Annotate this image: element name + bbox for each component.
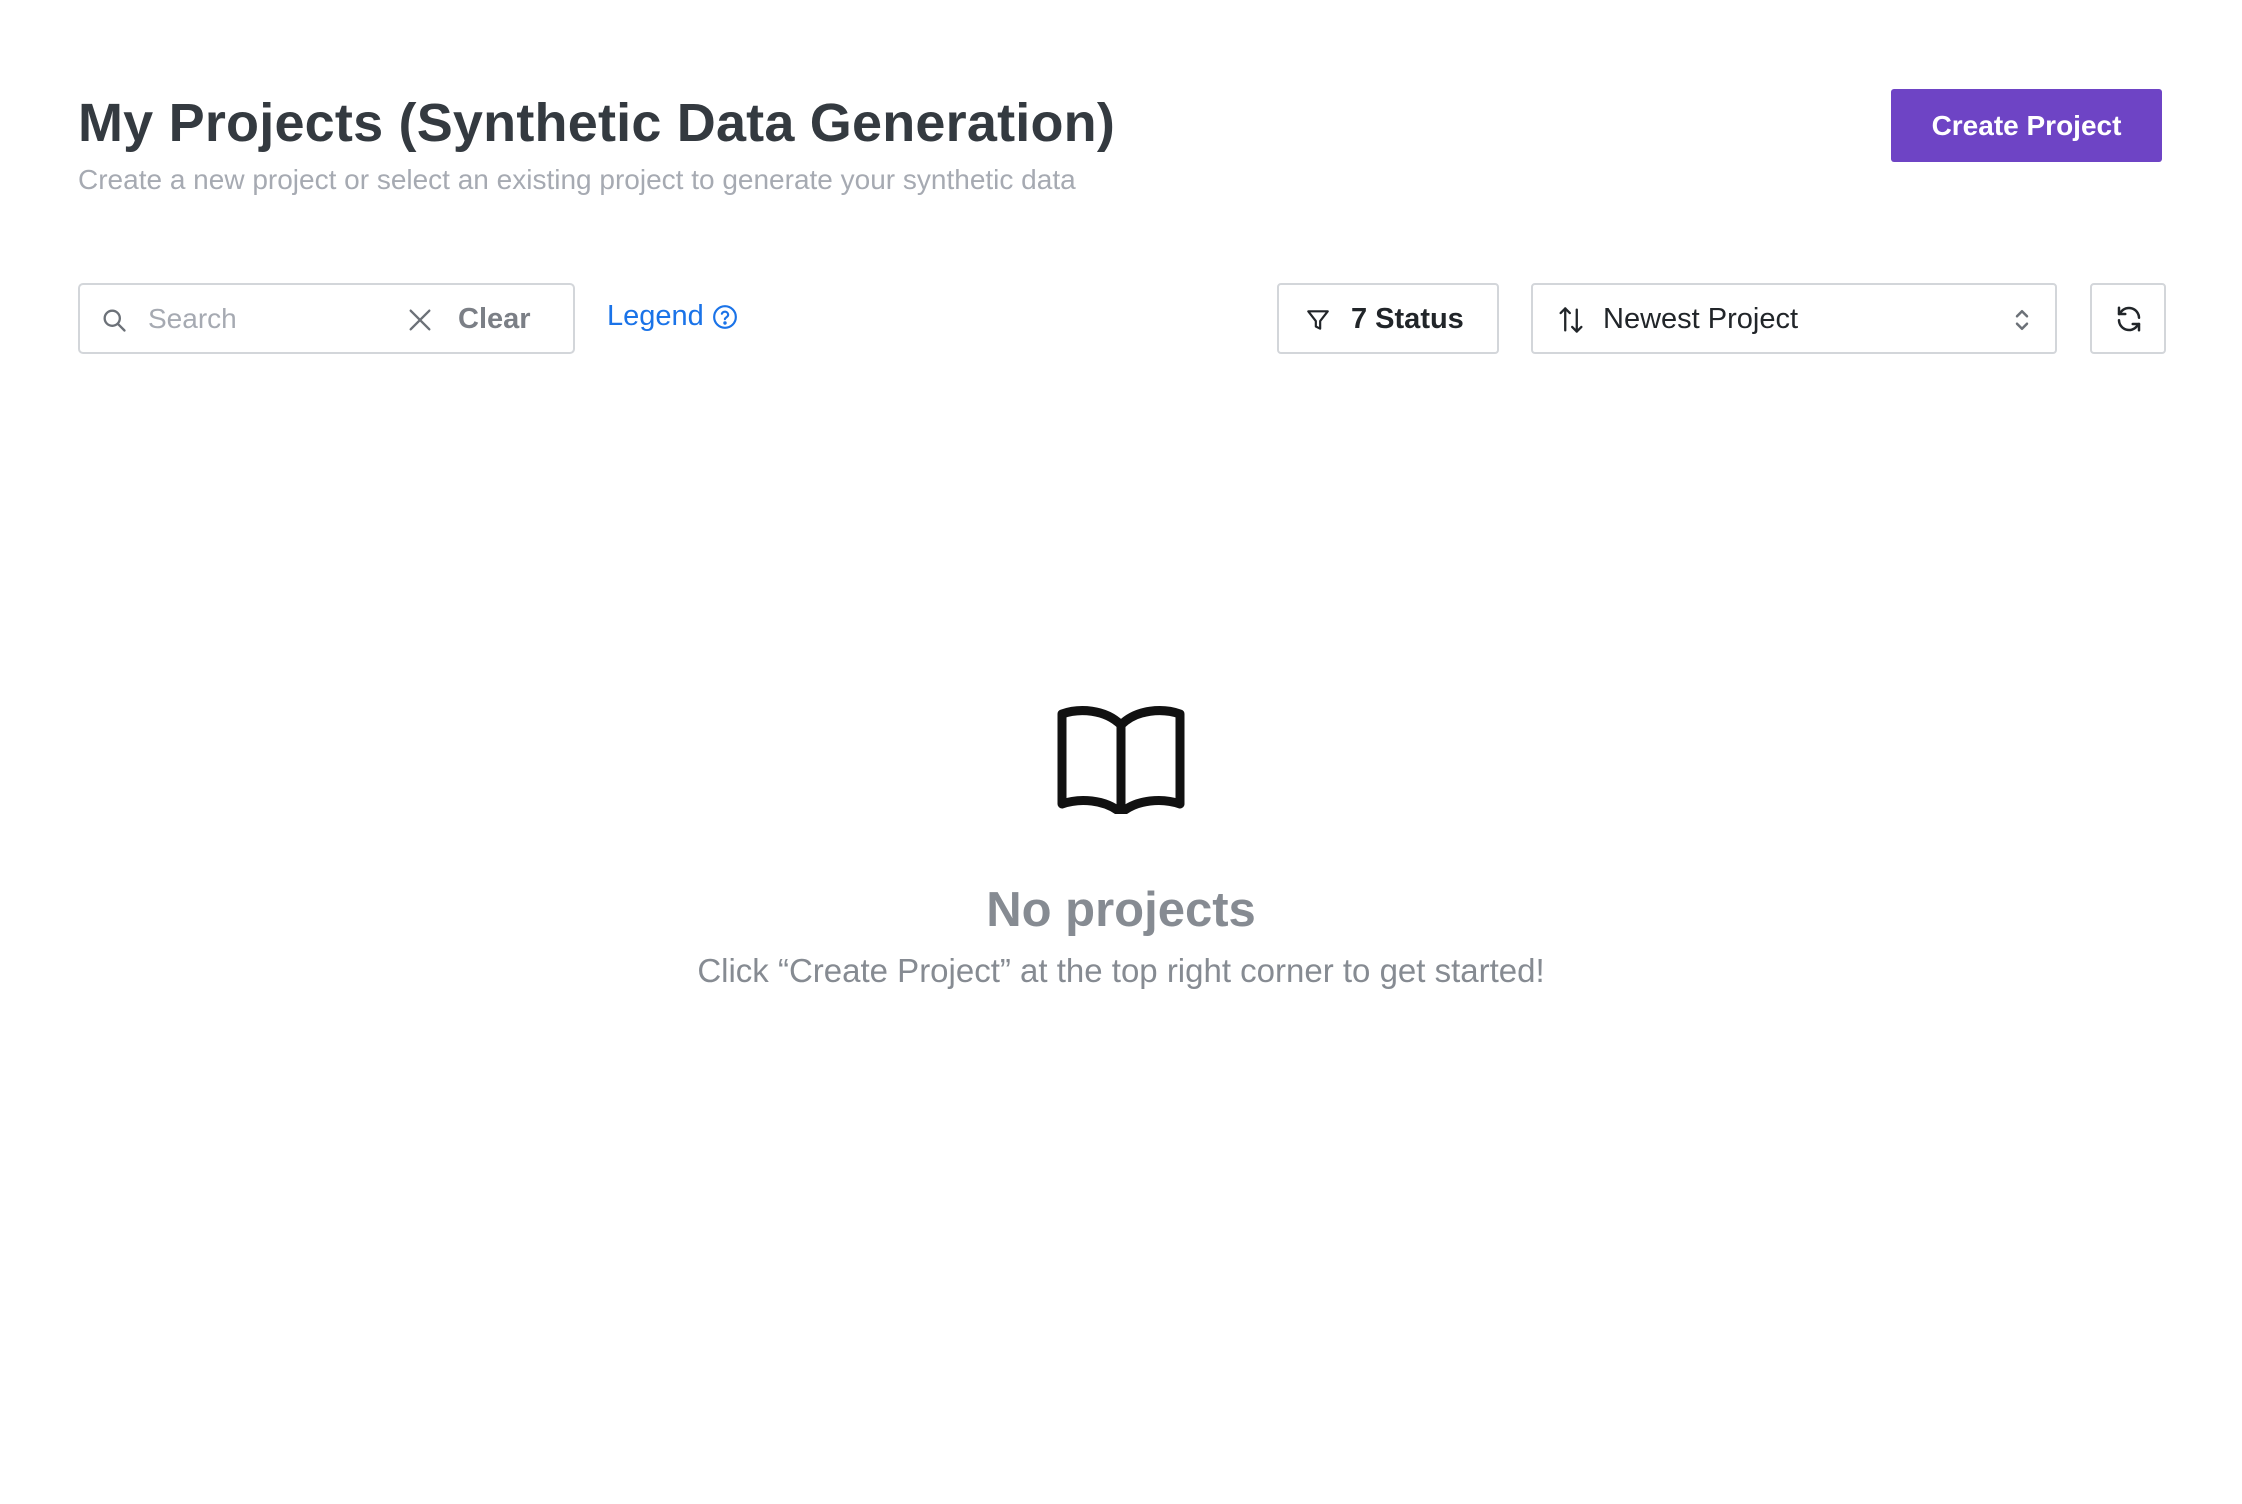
help-circle-icon <box>712 304 737 329</box>
search-input[interactable] <box>148 295 448 343</box>
search-box: Clear <box>78 283 575 354</box>
sort-icon <box>1559 307 1583 333</box>
sort-select[interactable]: Newest Project <box>1531 283 2057 354</box>
sort-selected-value: Newest Project <box>1603 303 1799 335</box>
legend-label: Legend <box>607 300 704 332</box>
status-filter-button[interactable]: 7 Status <box>1277 283 1499 354</box>
book-open-icon <box>1057 706 1185 814</box>
close-icon[interactable] <box>406 306 434 334</box>
page-subtitle: Create a new project or select an existi… <box>78 164 1076 195</box>
filter-icon <box>1307 310 1329 330</box>
status-filter-label: 7 Status <box>1351 303 1464 335</box>
refresh-button[interactable] <box>2090 283 2166 354</box>
create-project-button[interactable]: Create Project <box>1891 89 2162 162</box>
refresh-icon <box>2117 306 2141 332</box>
chevron-updown-icon <box>2015 310 2029 330</box>
projects-page: My Projects (Synthetic Data Generation) … <box>0 0 2242 1504</box>
empty-state-title: No projects <box>986 883 1256 937</box>
page-title: My Projects (Synthetic Data Generation) <box>78 93 1116 153</box>
clear-search-button[interactable]: Clear <box>458 303 531 336</box>
empty-state: No projects Click “Create Project” at th… <box>0 700 2242 990</box>
legend-link[interactable]: Legend <box>607 300 738 333</box>
search-icon <box>103 309 126 332</box>
empty-state-message: Click “Create Project” at the top right … <box>697 952 1545 989</box>
